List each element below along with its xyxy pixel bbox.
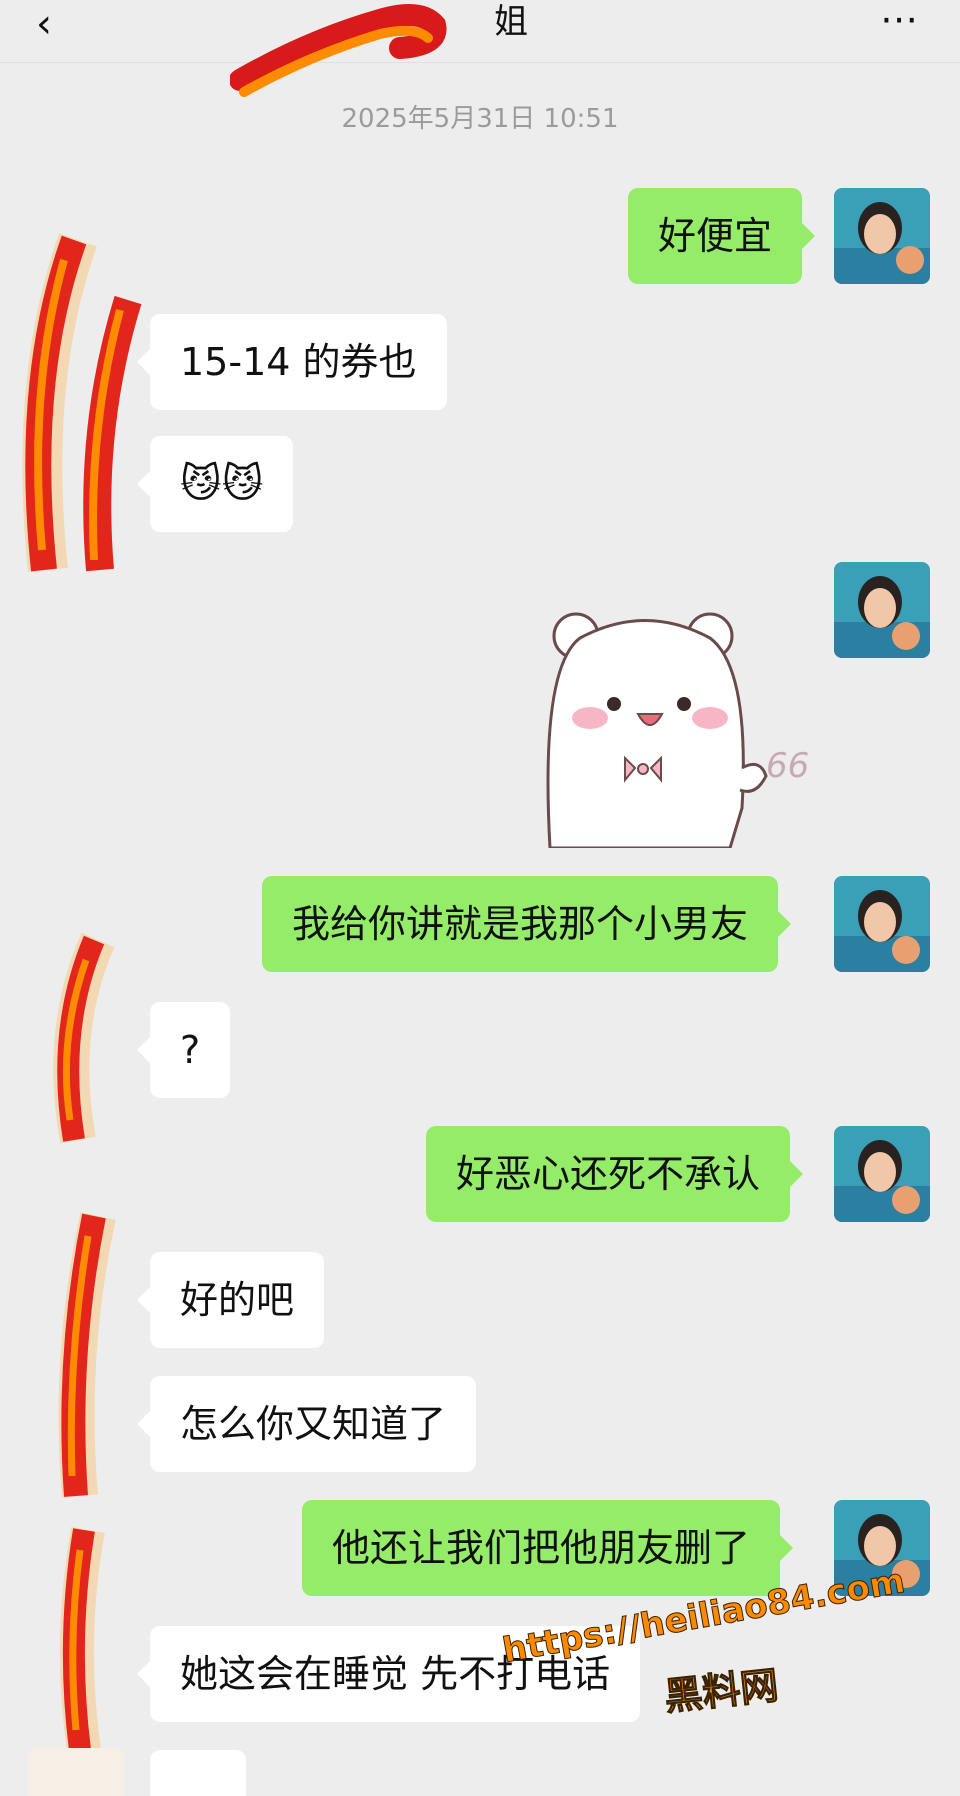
their-message-bubble[interactable]: 😼😼	[136, 436, 294, 532]
my-message-bubble[interactable]: 好便宜	[628, 188, 816, 284]
my-message-bubble[interactable]: 他还让我们把他朋友删了	[302, 1500, 794, 1596]
sticker-caption: 66	[766, 746, 810, 786]
chat-title: 姐	[494, 2, 528, 42]
my-message-bubble[interactable]: 我给你讲就是我那个小男友	[262, 876, 792, 972]
message-timestamp: 2025年5月31日 10:51	[341, 104, 619, 134]
redaction-scribble	[22, 233, 142, 573]
their-message-bubble-partial	[150, 1750, 246, 1796]
redaction-scribble	[53, 932, 115, 1144]
my-avatar[interactable]	[834, 876, 930, 972]
redaction-scribble	[59, 1526, 105, 1753]
their-message-bubble[interactable]: 好的吧	[136, 1252, 325, 1348]
my-avatar[interactable]	[834, 1126, 930, 1222]
redaction-scribble	[58, 1212, 116, 1498]
their-message-bubble[interactable]: 15-14 的券也	[137, 314, 447, 410]
my-message-bubble[interactable]: 好恶心还死不承认	[426, 1126, 804, 1222]
watermark-site-name: 黑料网	[662, 1663, 781, 1720]
their-message-bubble[interactable]: ?	[136, 1002, 231, 1098]
their-message-bubble[interactable]: 怎么你又知道了	[136, 1376, 477, 1472]
more-dots-icon[interactable]: ⋯	[880, 0, 920, 38]
my-avatar[interactable]	[834, 562, 930, 658]
back-chevron-icon[interactable]: ‹	[36, 4, 52, 44]
their-avatar-partial	[28, 1748, 124, 1796]
my-avatar[interactable]	[834, 188, 930, 284]
bear-sticker[interactable]: 66	[520, 608, 820, 850]
chat-header: ‹ 姐 ⋯	[0, 0, 960, 63]
